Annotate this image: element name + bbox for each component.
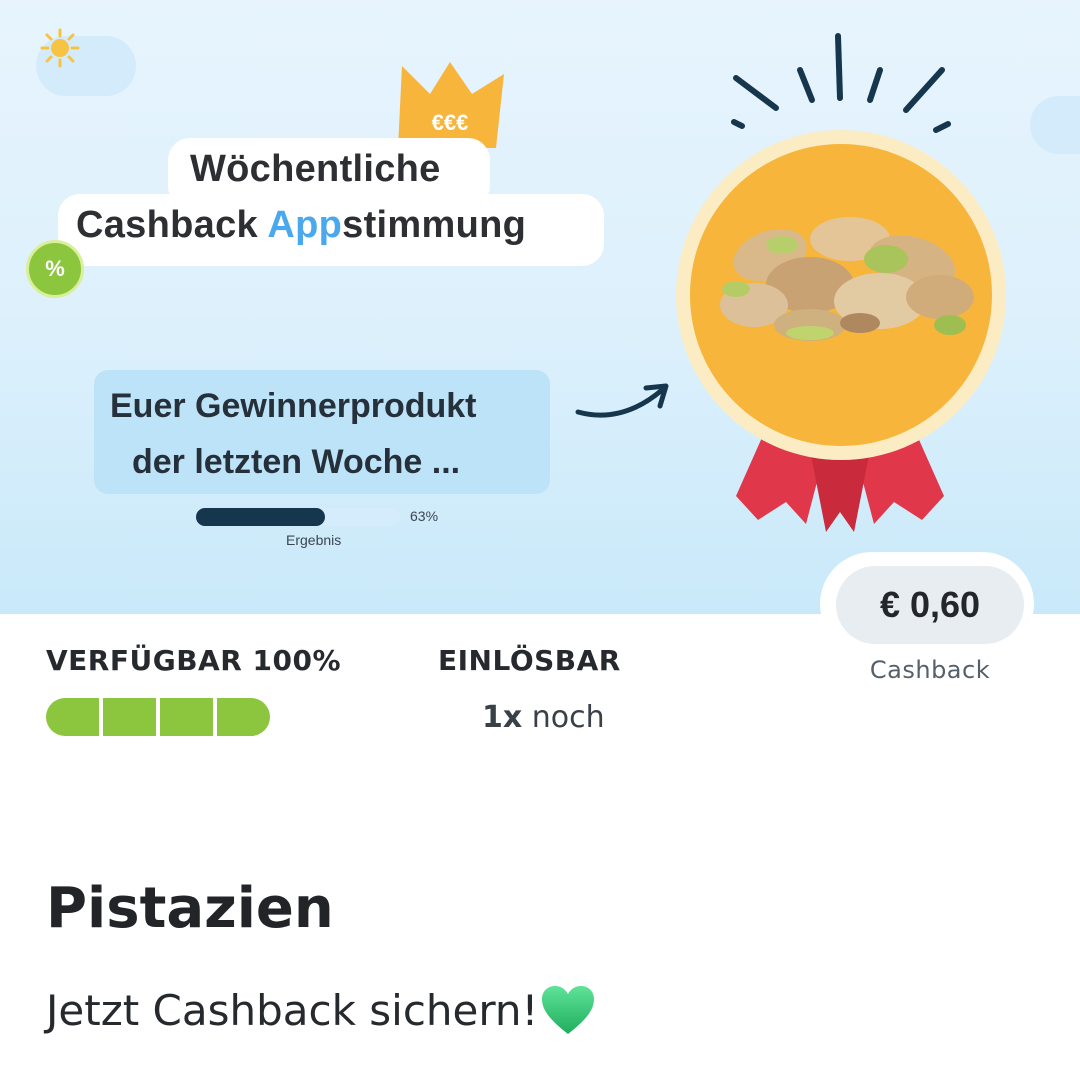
availability-bar	[46, 698, 270, 736]
product-subtitle: Jetzt Cashback sichern!	[46, 984, 596, 1036]
promo-banner: €€€ Wöchentliche Cashback Appstimmung % …	[0, 0, 1080, 614]
cashback-amount: € 0,60	[836, 566, 1024, 644]
cashback-label: Cashback	[869, 656, 991, 684]
sun-icon	[40, 28, 80, 68]
redeemable-title: EINLÖSBAR	[438, 644, 621, 677]
green-heart-icon	[542, 986, 595, 1034]
availability-segment	[103, 698, 160, 736]
product-title: Pistazien	[46, 876, 334, 941]
availability-segment	[46, 698, 103, 736]
arrow-right-icon	[575, 383, 669, 418]
pistachio-image	[720, 217, 974, 341]
availability-title: VERFÜGBAR 100%	[46, 644, 342, 677]
banner-title-line2: Cashback Appstimmung	[58, 194, 604, 266]
cloud-decoration	[1030, 96, 1080, 154]
result-percent: 63%	[410, 508, 439, 524]
crown-euro-label: €€€	[432, 110, 469, 135]
winner-callout: Euer Gewinnerprodukt der letzten Woche .…	[94, 370, 550, 494]
percent-badge-icon: %	[26, 240, 84, 298]
winner-line1: Euer Gewinnerprodukt	[110, 387, 477, 425]
redeemable-count: 1x noch	[482, 700, 605, 735]
banner-title-highlight: App	[267, 204, 343, 246]
availability-segment	[217, 698, 270, 736]
banner-title-suffix: stimmung	[342, 204, 527, 246]
result-progress-bar	[196, 508, 400, 526]
result-progress-fill	[196, 508, 325, 526]
result-label: Ergebnis	[286, 532, 342, 548]
redeemable-count-suffix: noch	[522, 700, 605, 735]
availability-segment	[160, 698, 217, 736]
winner-line2: der letzten Woche ...	[132, 443, 461, 481]
redeemable-count-number: 1x	[482, 700, 523, 735]
banner-title-prefix: Cashback	[76, 204, 268, 246]
product-subtitle-text: Jetzt Cashback sichern!	[46, 985, 539, 1035]
shine-rays-icon	[731, 33, 951, 133]
